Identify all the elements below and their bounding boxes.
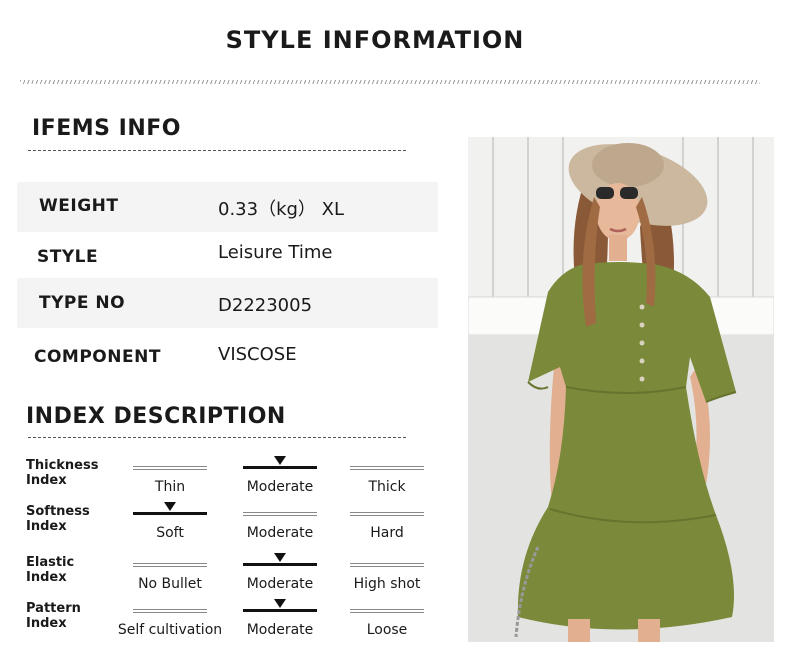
index-option-selected: Moderate bbox=[243, 553, 317, 592]
index-scale-bar bbox=[350, 609, 424, 613]
index-label-2: Elastic Index bbox=[26, 555, 74, 585]
index-option: Moderate bbox=[243, 512, 317, 541]
index-label-line1: Pattern bbox=[26, 601, 81, 616]
index-scale-bar bbox=[133, 466, 207, 470]
index-label-line1: Elastic bbox=[26, 555, 75, 570]
index-option: No Bullet bbox=[133, 563, 207, 592]
selected-marker-icon bbox=[274, 553, 286, 562]
index-option-selected: Soft bbox=[133, 502, 207, 541]
info-value-type-no: D2223005 bbox=[218, 295, 313, 316]
index-option: Thick bbox=[350, 466, 424, 495]
items-info-title: IFEMS INFO bbox=[32, 116, 181, 141]
index-scale-bar bbox=[133, 609, 207, 613]
index-label-3: Pattern Index bbox=[26, 601, 81, 631]
info-label-weight: WEIGHT bbox=[39, 196, 119, 216]
selected-marker-icon bbox=[164, 502, 176, 511]
index-scale-bar bbox=[243, 563, 317, 566]
index-label-line2: Index bbox=[26, 473, 67, 488]
index-description-divider bbox=[28, 437, 406, 438]
index-scale-bar bbox=[350, 512, 424, 516]
selected-marker-icon bbox=[274, 599, 286, 608]
index-scale-bar bbox=[243, 466, 317, 469]
model-illustration bbox=[468, 137, 774, 642]
index-option: High shot bbox=[350, 563, 424, 592]
index-option: Hard bbox=[350, 512, 424, 541]
index-scale-bar bbox=[243, 609, 317, 612]
product-photo bbox=[468, 137, 774, 642]
index-option-label: High shot bbox=[353, 576, 421, 592]
index-label-line1: Thickness bbox=[26, 458, 99, 473]
index-scale-bar bbox=[133, 512, 207, 515]
items-info-divider bbox=[28, 150, 406, 151]
index-option-label: Loose bbox=[366, 622, 408, 638]
index-label-line2: Index bbox=[26, 519, 67, 534]
index-label-line2: Index bbox=[26, 570, 67, 585]
title-divider bbox=[20, 80, 760, 84]
index-label-1: Softness Index bbox=[26, 504, 90, 534]
index-option-selected: Moderate bbox=[243, 456, 317, 495]
index-label-line1: Softness bbox=[26, 504, 90, 519]
info-value-component: VISCOSE bbox=[218, 344, 297, 365]
info-value-style: Leisure Time bbox=[218, 242, 333, 263]
info-value-weight: 0.33（kg） XL bbox=[218, 199, 345, 220]
selected-marker-icon bbox=[274, 456, 286, 465]
info-label-type-no: TYPE NO bbox=[39, 293, 126, 313]
index-option: Loose bbox=[350, 609, 424, 638]
index-description-title: INDEX DESCRIPTION bbox=[26, 404, 286, 429]
page-title: STYLE INFORMATION bbox=[225, 26, 525, 54]
index-label-line2: Index bbox=[26, 616, 67, 631]
index-option-label: Thick bbox=[368, 479, 406, 495]
info-label-component: COMPONENT bbox=[34, 347, 161, 367]
info-label-style: STYLE bbox=[37, 247, 99, 267]
index-option: Self cultivation bbox=[118, 609, 222, 638]
index-label-0: Thickness Index bbox=[26, 458, 98, 488]
index-option-label: Hard bbox=[370, 525, 404, 541]
index-scale-bar bbox=[243, 512, 317, 516]
index-scale-bar bbox=[350, 563, 424, 567]
index-scale-bar bbox=[133, 563, 207, 567]
index-option-selected: Moderate bbox=[243, 599, 317, 638]
index-option: Thin bbox=[133, 466, 207, 495]
index-scale-bar bbox=[350, 466, 424, 470]
